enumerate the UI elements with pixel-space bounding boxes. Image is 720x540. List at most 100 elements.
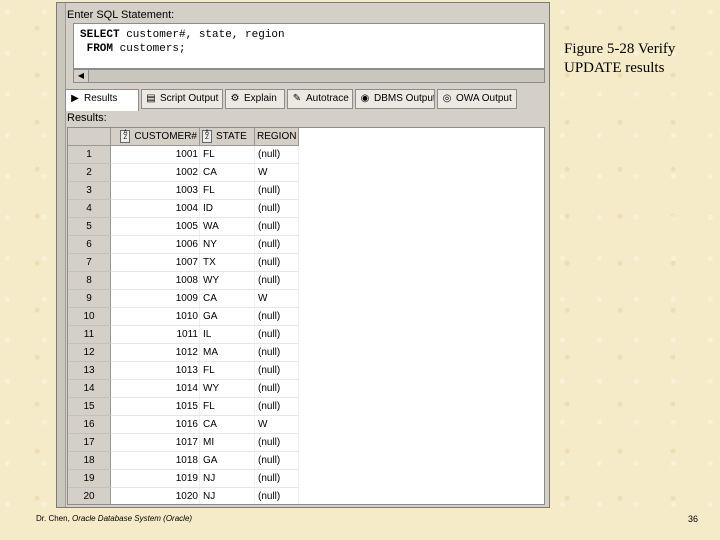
sort-icon: AZ bbox=[120, 130, 131, 143]
state-cell: NJ bbox=[199, 469, 255, 488]
region-cell: (null) bbox=[254, 145, 300, 164]
table-row[interactable]: 12 1012 MA (null) bbox=[68, 343, 300, 362]
row-number: 10 bbox=[68, 307, 111, 326]
row-number: 15 bbox=[68, 397, 111, 416]
table-row[interactable]: 11 1011 IL (null) bbox=[68, 325, 300, 344]
customer-cell: 1004 bbox=[110, 199, 200, 218]
region-cell: W bbox=[254, 163, 300, 182]
region-cell: (null) bbox=[254, 253, 300, 272]
tab-autotrace[interactable]: ✎ Autotrace bbox=[287, 89, 353, 109]
table-row[interactable]: 18 1018 GA (null) bbox=[68, 451, 300, 470]
region-cell: (null) bbox=[254, 181, 300, 200]
tab-results[interactable]: ▶ Results bbox=[65, 89, 139, 111]
table-row[interactable]: 14 1014 WY (null) bbox=[68, 379, 300, 398]
column-header-state[interactable]: A Z STATE bbox=[199, 128, 255, 146]
region-cell: (null) bbox=[254, 235, 300, 254]
sort-icon: AZ bbox=[202, 130, 212, 143]
table-row[interactable]: 3 1003 FL (null) bbox=[68, 181, 300, 200]
state-cell: CA bbox=[199, 415, 255, 434]
table-row[interactable]: 17 1017 MI (null) bbox=[68, 433, 300, 452]
grid-icon: ▶ bbox=[71, 93, 79, 104]
table-row[interactable]: 16 1016 CA W bbox=[68, 415, 300, 434]
customer-cell: 1015 bbox=[110, 397, 200, 416]
sql-keyword-select: SELECT bbox=[80, 29, 120, 41]
region-cell: W bbox=[254, 415, 300, 434]
customer-cell: 1003 bbox=[110, 181, 200, 200]
state-cell: WY bbox=[199, 271, 255, 290]
region-cell: (null) bbox=[254, 379, 300, 398]
customer-cell: 1007 bbox=[110, 253, 200, 272]
customer-cell: 1005 bbox=[110, 217, 200, 236]
table-row[interactable]: 13 1013 FL (null) bbox=[68, 361, 300, 380]
row-number: 5 bbox=[68, 217, 111, 236]
sql-editor-label: Enter SQL Statement: bbox=[67, 9, 175, 21]
table-row[interactable]: 6 1006 NY (null) bbox=[68, 235, 300, 254]
customer-cell: 1012 bbox=[110, 343, 200, 362]
customer-cell: 1017 bbox=[110, 433, 200, 452]
tab-explain[interactable]: ⚙ Explain bbox=[225, 89, 285, 109]
table-row[interactable]: 4 1004 ID (null) bbox=[68, 199, 300, 218]
customer-cell: 1009 bbox=[110, 289, 200, 308]
table-row[interactable]: 15 1015 FL (null) bbox=[68, 397, 300, 416]
customer-cell: 1010 bbox=[110, 307, 200, 326]
row-number: 2 bbox=[68, 163, 111, 182]
region-cell: (null) bbox=[254, 487, 300, 504]
table-row[interactable]: 1 1001 FL (null) bbox=[68, 145, 300, 164]
region-cell: (null) bbox=[254, 307, 300, 326]
footer-author: Dr. Chen, bbox=[36, 514, 73, 523]
row-number: 1 bbox=[68, 145, 111, 164]
table-row[interactable]: 19 1019 NJ (null) bbox=[68, 469, 300, 488]
region-cell: (null) bbox=[254, 271, 300, 290]
tab-dbms-output[interactable]: ◉ DBMS Output bbox=[355, 89, 435, 109]
row-number: 13 bbox=[68, 361, 111, 380]
sql-line-2: customers; bbox=[113, 43, 186, 55]
customer-cell: 1014 bbox=[110, 379, 200, 398]
state-cell: GA bbox=[199, 451, 255, 470]
row-number: 3 bbox=[68, 181, 111, 200]
region-cell: (null) bbox=[254, 361, 300, 380]
row-number: 16 bbox=[68, 415, 111, 434]
table-row[interactable]: 2 1002 CA W bbox=[68, 163, 300, 182]
column-header-customer[interactable]: A Z CUSTOMER# bbox=[110, 128, 200, 146]
row-number: 18 bbox=[68, 451, 111, 470]
table-row[interactable]: 8 1008 WY (null) bbox=[68, 271, 300, 290]
results-grid[interactable]: A Z CUSTOMER# A Z STATE REGION 1 1001 FL (null)… bbox=[67, 127, 545, 505]
tab-script-output[interactable]: ▤ Script Output bbox=[141, 89, 223, 109]
table-row[interactable]: 9 1009 CA W bbox=[68, 289, 300, 308]
scroll-left-icon[interactable]: ◀ bbox=[74, 70, 89, 82]
row-number: 11 bbox=[68, 325, 111, 344]
tab-owa-output[interactable]: ◎ OWA Output bbox=[437, 89, 517, 109]
row-number: 4 bbox=[68, 199, 111, 218]
state-cell: WY bbox=[199, 379, 255, 398]
horizontal-scrollbar[interactable]: ◀ bbox=[73, 69, 545, 83]
state-cell: GA bbox=[199, 307, 255, 326]
row-number: 12 bbox=[68, 343, 111, 362]
table-row[interactable]: 20 1020 NJ (null) bbox=[68, 487, 300, 504]
column-header-region[interactable]: REGION bbox=[254, 128, 300, 146]
customer-cell: 1001 bbox=[110, 145, 200, 164]
explain-icon: ⚙ bbox=[230, 93, 240, 104]
table-row[interactable]: 7 1007 TX (null) bbox=[68, 253, 300, 272]
table-row[interactable]: 5 1005 WA (null) bbox=[68, 217, 300, 236]
row-number: 6 bbox=[68, 235, 111, 254]
row-number: 20 bbox=[68, 487, 111, 504]
table-row[interactable]: 10 1010 GA (null) bbox=[68, 307, 300, 326]
customer-cell: 1019 bbox=[110, 469, 200, 488]
customer-cell: 1018 bbox=[110, 451, 200, 470]
results-label: Results: bbox=[67, 112, 107, 124]
region-cell: (null) bbox=[254, 343, 300, 362]
state-cell: FL bbox=[199, 397, 255, 416]
state-cell: MI bbox=[199, 433, 255, 452]
vertical-scrollbar[interactable] bbox=[57, 3, 66, 507]
state-cell: WA bbox=[199, 217, 255, 236]
customer-cell: 1008 bbox=[110, 271, 200, 290]
row-number-header bbox=[68, 128, 111, 146]
dbms-icon: ◉ bbox=[360, 93, 370, 104]
sql-editor[interactable]: SELECT customer#, state, region FROM cus… bbox=[73, 23, 545, 69]
output-tabs: ▶ Results ▤ Script Output ⚙ Explain ✎ Autotr… bbox=[65, 89, 545, 111]
sql-developer-window: Enter SQL Statement: SELECT customer#, s… bbox=[56, 2, 550, 508]
sql-keyword-from: FROM bbox=[80, 43, 114, 55]
region-cell: (null) bbox=[254, 451, 300, 470]
footer-title: Oracle Database System (Oracle) bbox=[72, 514, 193, 523]
customer-cell: 1006 bbox=[110, 235, 200, 254]
